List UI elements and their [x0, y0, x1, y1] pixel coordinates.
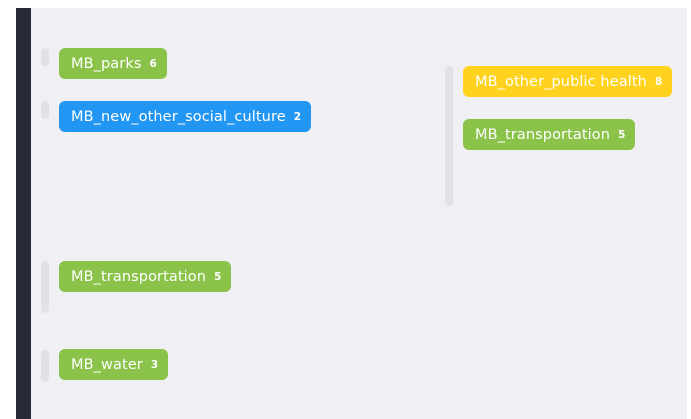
tag-chip[interactable]: MB_transportation 5 — [463, 119, 636, 150]
board-canvas: MB_parks 6 MB_new_other_social_culture 2… — [31, 8, 687, 419]
drag-handle[interactable] — [445, 66, 453, 206]
tag-label: MB_parks — [71, 55, 142, 72]
drag-handle[interactable] — [41, 350, 49, 382]
tag-label: MB_transportation — [475, 126, 611, 143]
tag-count: 3 — [150, 358, 159, 371]
tag-count: 5 — [618, 128, 626, 141]
tag-chip[interactable]: MB_water 3 — [59, 349, 169, 380]
tag-chip[interactable]: MB_parks 6 — [59, 48, 167, 79]
drag-handle[interactable] — [41, 48, 49, 66]
tag-chip[interactable]: MB_new_other_social_culture 2 — [59, 101, 312, 132]
tag-count: 8 — [654, 75, 663, 88]
tag-label: MB_water — [71, 356, 143, 373]
screenshot-frame: MB_parks 6 MB_new_other_social_culture 2… — [0, 0, 691, 419]
drag-handle[interactable] — [41, 101, 49, 119]
tag-chip[interactable]: MB_other_public health 8 — [463, 66, 673, 97]
tag-count: 6 — [149, 57, 157, 70]
tag-count: 5 — [214, 270, 222, 283]
sidebar-strip — [16, 8, 31, 419]
tag-chip[interactable]: MB_transportation 5 — [59, 261, 232, 292]
drag-handle[interactable] — [41, 261, 49, 313]
tag-label: MB_transportation — [71, 268, 207, 285]
tag-count: 2 — [293, 110, 302, 123]
tag-label: MB_new_other_social_culture — [71, 108, 286, 125]
tag-label: MB_other_public health — [475, 73, 647, 90]
